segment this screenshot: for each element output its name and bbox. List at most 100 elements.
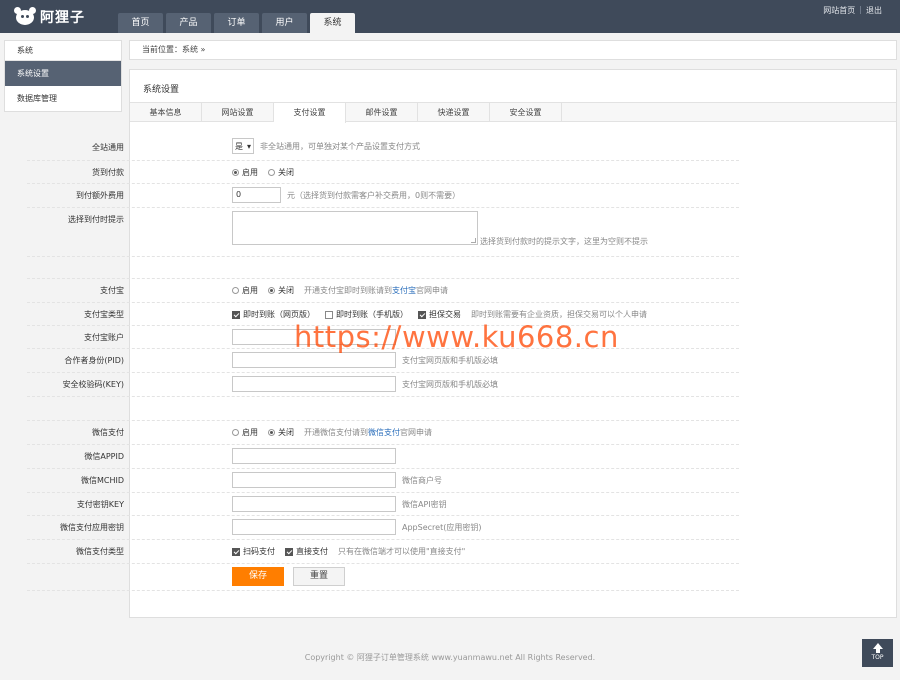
alipay-type-escrow-option[interactable]: 担保交易 <box>418 309 461 320</box>
alipay-type-escrow-label: 担保交易 <box>429 310 461 319</box>
row-spacer <box>27 397 739 421</box>
row-wechat: 微信支付 启用 关闭 开通微信支付请到微信支付官网申请 <box>27 421 739 445</box>
tab-site-settings[interactable]: 网站设置 <box>202 103 274 122</box>
wechat-disable-label: 关闭 <box>278 428 294 437</box>
nav-tab-orders[interactable]: 订单 <box>214 13 259 33</box>
alipay-enable-option[interactable]: 启用 <box>232 285 258 296</box>
nav-tab-users[interactable]: 用户 <box>262 13 307 33</box>
fee-hint: 元（选择货到付款需客户补交费用，0则不需要） <box>287 190 461 200</box>
tab-payment-settings[interactable]: 支付设置 <box>274 103 346 123</box>
row-cod: 货到付款 启用 关闭 <box>27 161 739 184</box>
global-select[interactable]: 是 ▾ <box>232 138 255 154</box>
totop-label: TOP <box>871 654 884 661</box>
cod-enable-option[interactable]: 启用 <box>232 167 258 178</box>
sidebar-item-database[interactable]: 数据库管理 <box>5 86 121 111</box>
main-nav: 首页 产品 订单 用户 系统 <box>118 13 355 33</box>
alipay-type-web-label: 即时到账（网页版） <box>243 310 315 319</box>
breadcrumb-arrow: » <box>200 45 206 54</box>
checkbox-icon <box>325 310 333 319</box>
radio-icon <box>232 169 239 176</box>
pid-label: 合作者身份(PID) <box>64 356 124 365</box>
secret-hint: AppSecret(应用密钥) <box>402 522 482 532</box>
row-alipay-key: 安全校验码(KEY) 支付宝网页版和手机版必填 <box>27 373 739 397</box>
tip-textarea[interactable] <box>232 211 478 245</box>
alipay-link[interactable]: 支付宝 <box>392 286 416 295</box>
nav-tab-home[interactable]: 首页 <box>118 13 163 33</box>
row-cod-fee: 到付额外费用 0 元（选择货到付款需客户补交费用，0则不需要） <box>27 184 739 208</box>
row-alipay: 支付宝 启用 关闭 开通支付宝即时到账请到支付宝官网申请 <box>27 279 739 303</box>
checkbox-icon <box>232 547 240 556</box>
alipay-key-hint: 支付宝网页版和手机版必填 <box>402 379 498 389</box>
alipay-type-mobile-label: 即时到账（手机版） <box>336 310 408 319</box>
alipay-key-label: 安全校验码(KEY) <box>62 380 124 389</box>
back-to-top-button[interactable]: TOP <box>862 639 893 667</box>
tab-express-settings[interactable]: 快递设置 <box>418 103 490 122</box>
wechat-type-label: 微信支付类型 <box>76 547 124 556</box>
pid-hint: 支付宝网页版和手机版必填 <box>402 355 498 365</box>
top-bar: 阿狸子 首页 产品 订单 用户 系统 网站首页 | 退出 <box>0 0 900 33</box>
appid-label: 微信APPID <box>84 452 124 461</box>
site-home-link[interactable]: 网站首页 <box>823 5 855 16</box>
alipay-hint: 开通支付宝即时到账请到支付宝官网申请 <box>304 286 448 295</box>
tip-label: 选择到付时提示 <box>68 215 124 224</box>
mchid-input[interactable] <box>232 472 396 488</box>
sidebar-header: 系统 <box>5 41 121 61</box>
breadcrumb-current: 系统 <box>182 45 198 54</box>
radio-icon <box>268 287 275 294</box>
logo[interactable]: 阿狸子 <box>14 6 85 28</box>
sidebar: 系统 系统设置 数据库管理 <box>4 40 122 112</box>
row-wechat-type: 微信支付类型 扫码支付 直接支付 只有在微信端才可以使用"直接支付" <box>27 540 739 564</box>
nav-tab-products[interactable]: 产品 <box>166 13 211 33</box>
tab-basic-info[interactable]: 基本信息 <box>130 103 202 122</box>
settings-subtabs: 基本信息 网站设置 支付设置 邮件设置 快递设置 安全设置 <box>130 102 896 123</box>
wechat-label: 微信支付 <box>92 428 124 437</box>
watermark: https://www.ku668.cn <box>294 320 619 354</box>
row-global: 全站通用 是 ▾ 非全站通用，可单独对某个产品设置支付方式 <box>27 136 739 161</box>
wechat-key-label: 支付密钥KEY <box>76 500 124 509</box>
radio-icon <box>268 169 275 176</box>
tab-mail-settings[interactable]: 邮件设置 <box>346 103 418 122</box>
alipay-disable-option[interactable]: 关闭 <box>268 285 294 296</box>
nav-tab-system[interactable]: 系统 <box>310 13 355 33</box>
tip-hint: 选择货到付款时的提示文字，这里为空则不提示 <box>480 237 648 246</box>
cod-label: 货到付款 <box>92 168 124 177</box>
alipay-type-label: 支付宝类型 <box>84 310 124 319</box>
reset-button[interactable]: 重置 <box>293 567 345 586</box>
checkbox-icon <box>285 547 293 556</box>
wechat-key-input[interactable] <box>232 496 396 512</box>
row-wechat-appid: 微信APPID <box>27 445 739 469</box>
wechat-enable-label: 启用 <box>242 428 258 437</box>
row-wechat-mchid: 微信MCHID 微信商户号 <box>27 469 739 493</box>
wechat-type-scan-option[interactable]: 扫码支付 <box>232 546 275 557</box>
wechat-type-direct-label: 直接支付 <box>296 547 328 556</box>
alipay-type-web-option[interactable]: 即时到账（网页版） <box>232 309 315 320</box>
alipay-type-mobile-option[interactable]: 即时到账（手机版） <box>325 309 408 320</box>
chevron-down-icon: ▾ <box>247 141 252 151</box>
wechat-type-direct-option[interactable]: 直接支付 <box>285 546 328 557</box>
alipay-key-input[interactable] <box>232 376 396 392</box>
appid-input[interactable] <box>232 448 396 464</box>
tab-security-settings[interactable]: 安全设置 <box>490 103 562 122</box>
alipay-label: 支付宝 <box>100 286 124 295</box>
row-cod-tip: 选择到付时提示 选择货到付款时的提示文字，这里为空则不提示 <box>27 208 739 257</box>
pid-input[interactable] <box>232 352 396 368</box>
cod-disable-option[interactable]: 关闭 <box>268 167 294 178</box>
save-button[interactable]: 保存 <box>232 567 284 586</box>
global-label: 全站通用 <box>92 143 124 152</box>
sidebar-item-system-settings[interactable]: 系统设置 <box>5 61 121 86</box>
wechat-disable-option[interactable]: 关闭 <box>268 427 294 438</box>
breadcrumb-label: 当前位置： <box>142 45 182 54</box>
row-buttons: 保存 重置 <box>27 564 739 591</box>
logout-link[interactable]: 退出 <box>866 5 882 16</box>
radio-icon <box>232 287 239 294</box>
mchid-label: 微信MCHID <box>80 476 124 485</box>
wechat-link[interactable]: 微信支付 <box>368 428 400 437</box>
checkbox-icon <box>232 310 240 319</box>
wechat-type-scan-label: 扫码支付 <box>243 547 275 556</box>
radio-icon <box>268 429 275 436</box>
wechat-enable-option[interactable]: 启用 <box>232 427 258 438</box>
wechat-hint: 开通微信支付请到微信支付官网申请 <box>304 428 432 437</box>
row-spacer <box>27 257 739 279</box>
fee-input[interactable]: 0 <box>232 187 281 203</box>
secret-input[interactable] <box>232 519 396 535</box>
